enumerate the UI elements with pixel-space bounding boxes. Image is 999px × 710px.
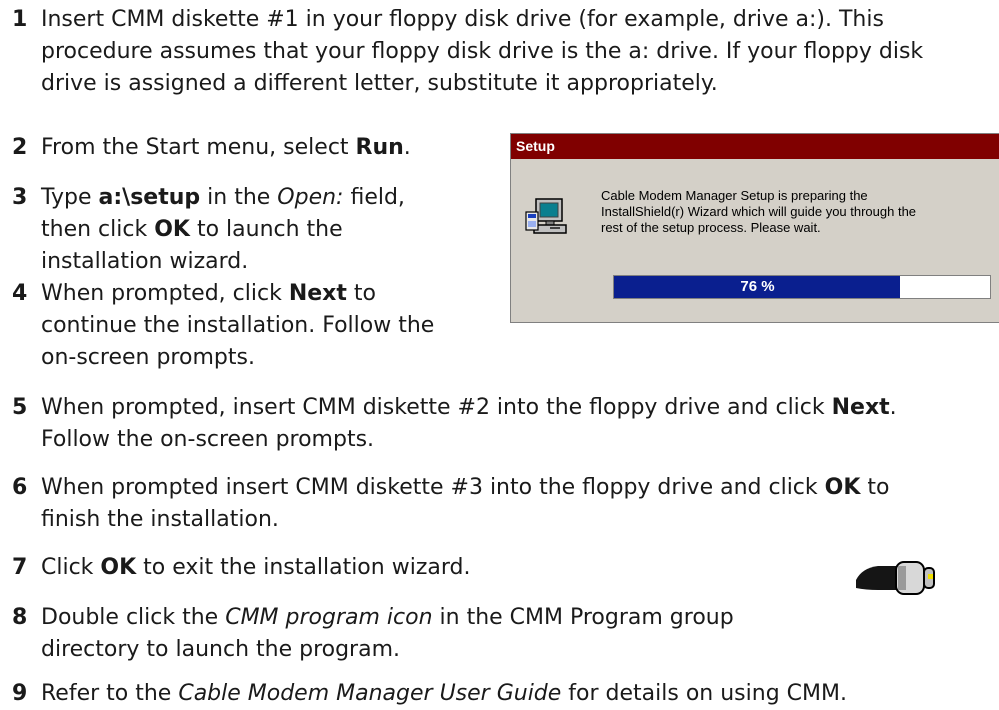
- step-text: to exit the installation wizard.: [136, 555, 471, 580]
- cmm-program-icon: [856, 561, 935, 595]
- step-text: When prompted insert CMM diskette #3 int…: [41, 475, 825, 500]
- step-number: 5: [12, 395, 28, 420]
- setup-computer-icon: [525, 198, 567, 234]
- setup-dialog: Setup Cable Modem Manager Setup is prepa…: [510, 133, 999, 323]
- step-text: for details on using CMM.: [561, 681, 847, 706]
- step-number: 1: [12, 7, 28, 32]
- step-emphasis: OK: [100, 555, 137, 580]
- progress-label: 76 %: [740, 278, 775, 295]
- step-emphasis: Next: [831, 395, 890, 420]
- step-emphasis: OK: [154, 217, 190, 242]
- step-number: 3: [12, 185, 28, 210]
- step-text: finish the installation.: [41, 507, 279, 532]
- step-8: 8 Double click the CMM program icon in t…: [12, 602, 734, 666]
- step-7: 7 Click OK to exit the installation wiza…: [12, 552, 470, 584]
- step-1: 1 Insert CMM diskette #1 in your floppy …: [12, 4, 923, 100]
- progress-bar: 76 %: [613, 275, 991, 299]
- step-text: Double click the: [41, 605, 226, 630]
- dialog-message: Cable Modem Manager Setup is preparing t…: [601, 188, 917, 235]
- step-emphasis: OK: [824, 475, 861, 500]
- step-text: installation wizard.: [41, 249, 249, 274]
- step-text: in the CMM Program group: [432, 605, 734, 630]
- step-text: procedure assumes that your floppy disk …: [41, 39, 924, 64]
- step-text: When prompted, insert CMM diskette #2 in…: [41, 395, 832, 420]
- step-emphasis: Next: [288, 281, 347, 306]
- step-text: When prompted, click: [41, 281, 289, 306]
- step-9: 9 Refer to the Cable Modem Manager User …: [12, 678, 847, 710]
- field-name: Open:: [277, 185, 344, 210]
- step-text: on-screen prompts.: [41, 345, 255, 370]
- step-text: to: [346, 281, 376, 306]
- step-text: .: [403, 135, 411, 160]
- step-3: 3 Type a:\setup in the Open: field, then…: [12, 182, 405, 278]
- step-text: From the Start menu, select: [41, 135, 356, 160]
- step-6: 6 When prompted insert CMM diskette #3 i…: [12, 472, 889, 536]
- step-text: Type: [41, 185, 99, 210]
- step-text: Click: [41, 555, 101, 580]
- step-2: 2 From the Start menu, select Run.: [12, 132, 411, 164]
- step-text: Refer to the: [41, 681, 179, 706]
- guide-title: Cable Modem Manager User Guide: [178, 681, 562, 706]
- step-text: Insert CMM diskette #1 in your floppy di…: [41, 7, 884, 32]
- step-number: 2: [12, 135, 28, 160]
- step-4: 4 When prompted, click Next to continue …: [12, 278, 434, 374]
- step-text: in the: [200, 185, 278, 210]
- step-text: continue the installation. Follow the: [41, 313, 435, 338]
- step-text: then click: [41, 217, 155, 242]
- step-text: Follow the on-screen prompts.: [41, 427, 375, 452]
- step-number: 4: [12, 281, 28, 306]
- step-emphasis: Run: [355, 135, 404, 160]
- step-text: to launch the: [189, 217, 343, 242]
- program-icon-name: CMM program icon: [225, 605, 433, 630]
- step-text: directory to launch the program.: [41, 637, 401, 662]
- step-number: 8: [12, 605, 28, 630]
- step-5: 5 When prompted, insert CMM diskette #2 …: [12, 392, 897, 456]
- step-number: 6: [12, 475, 28, 500]
- step-number: 7: [12, 555, 28, 580]
- step-emphasis: a:\setup: [98, 185, 201, 210]
- dialog-title: Setup: [511, 134, 999, 159]
- step-text: to: [860, 475, 890, 500]
- step-text: drive is assigned a different letter, su…: [41, 71, 718, 96]
- step-number: 9: [12, 681, 28, 706]
- step-text: .: [889, 395, 897, 420]
- step-text: field,: [343, 185, 405, 210]
